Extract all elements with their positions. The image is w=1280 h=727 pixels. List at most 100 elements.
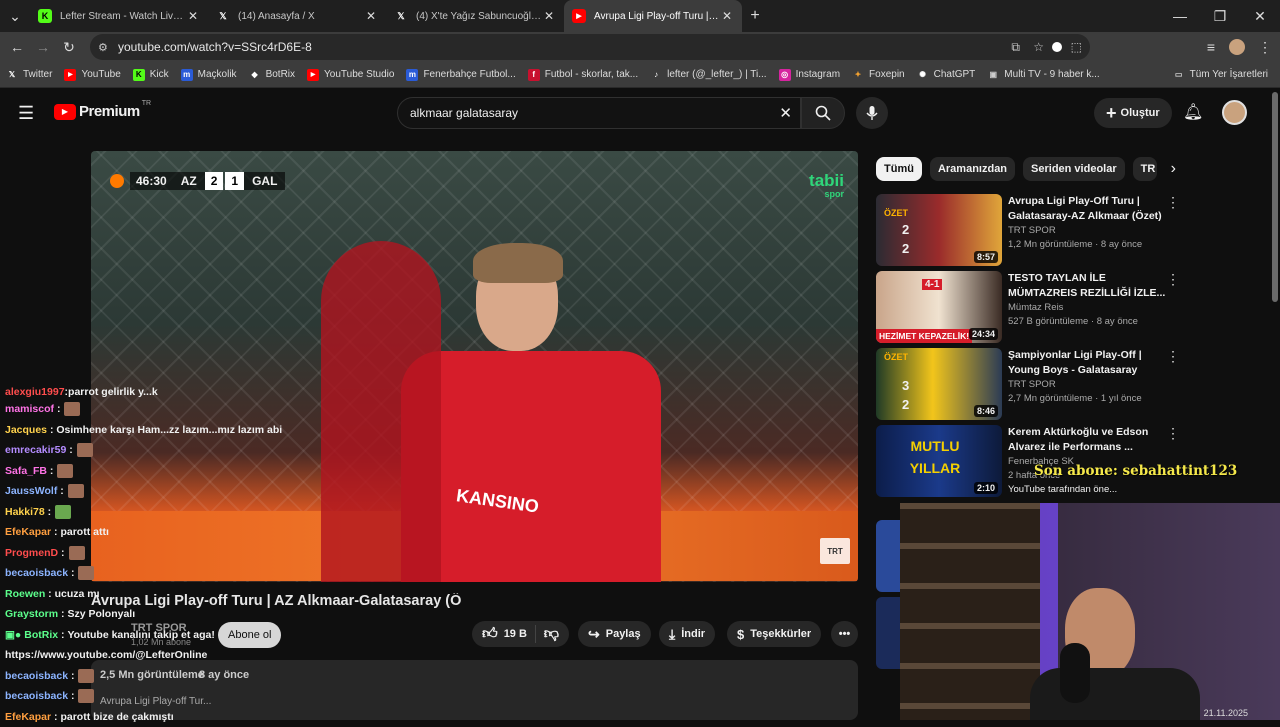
notifications-icon[interactable]: 🔔︎ (1183, 102, 1203, 122)
bookmark-mackolik[interactable]: mMaçkolik (181, 69, 237, 81)
close-icon[interactable]: ✕ (186, 9, 200, 23)
bookmark-fenerbahce[interactable]: mFenerbahçe Futbol... (406, 69, 515, 81)
video-thumbnail[interactable]: ÖZET 2 2 8:57 (876, 194, 1002, 266)
window-close-icon[interactable]: ✕ (1240, 8, 1280, 25)
competition-icon (110, 174, 124, 188)
new-tab-icon[interactable]: + (742, 7, 768, 25)
thumb-badge: ÖZET (884, 208, 908, 218)
chip-series[interactable]: Seriden videolar (1023, 157, 1125, 181)
extension-dot-icon[interactable] (1052, 42, 1062, 52)
dislike-button[interactable]: 👎︎ (535, 625, 559, 643)
bookmark-instagram[interactable]: ◎Instagram (779, 69, 840, 81)
profile-avatar[interactable] (1229, 39, 1245, 55)
minimize-icon[interactable]: — (1160, 8, 1200, 24)
recommendation-item[interactable]: MUTLU YILLAR 2:10 Kerem Aktürkoğlu ve Ed… (876, 425, 1176, 497)
close-icon[interactable]: ✕ (364, 9, 378, 23)
chip-trt[interactable]: TR (1133, 157, 1157, 181)
emote-icon (78, 689, 94, 703)
chat-text: ucuza mı (55, 584, 100, 605)
chat-message: mamiscof : (0, 399, 285, 420)
tab-youtube[interactable]: ▶ Avrupa Ligi Play-off Turu | AZ A... ✕ (564, 0, 742, 32)
chip-all[interactable]: Tümü (876, 157, 922, 181)
recommendation-item[interactable]: ÖZET 3 2 8:46 Şampiyonlar Ligi Play-Off … (876, 348, 1176, 420)
video-meta: 527 B görüntüleme · 8 ay önce (1008, 315, 1166, 329)
search-input[interactable]: alkmaar galatasaray ✕ (397, 97, 801, 129)
stream-date: 21.11.2025 (1204, 708, 1248, 718)
hamburger-menu-icon[interactable]: ☰ (18, 103, 34, 124)
video-thumbnail[interactable]: MUTLU YILLAR 2:10 (876, 425, 1002, 497)
bookmark-youtube[interactable]: ▶YouTube (64, 69, 120, 81)
forward-icon[interactable]: → (30, 39, 56, 55)
bookmark-flashscore[interactable]: fFutbol - skorlar, tak... (528, 69, 638, 81)
like-button[interactable]: 👍︎ 19 B 👎︎ (472, 621, 569, 647)
install-icon[interactable]: ⧉ (1011, 40, 1020, 55)
tab-title: (14) Anasayfa / X (238, 11, 364, 22)
search-button[interactable] (801, 97, 845, 129)
share-button[interactable]: ↪ Paylaş (578, 621, 651, 647)
media-controls-icon[interactable]: ≡ (1198, 39, 1224, 55)
chip-from-search[interactable]: Aramanızdan (930, 157, 1015, 181)
all-bookmarks-folder[interactable]: ▭Tüm Yer İşaretleri (1173, 69, 1268, 81)
video-duration: 24:34 (969, 328, 998, 340)
recommendation-item[interactable]: 4-1 HEZİMET KEPAZELİK! 24:34 TESTO TAYLA… (876, 271, 1176, 343)
close-icon[interactable]: ✕ (720, 9, 734, 23)
page-scrollbar[interactable] (1272, 92, 1278, 302)
thanks-button[interactable]: $ Teşekkürler (727, 621, 821, 647)
bookshelf (900, 503, 1040, 720)
tab-x-post[interactable]: 𝕏 (4) X'te Yağız Sabuncuoğlu: "Öz... ✕ (386, 0, 564, 32)
chat-user: Safa_FB (5, 461, 47, 482)
clear-search-icon[interactable]: ✕ (779, 104, 792, 122)
account-avatar[interactable] (1222, 100, 1247, 125)
video-thumbnail[interactable]: ÖZET 3 2 8:46 (876, 348, 1002, 420)
download-button[interactable]: ⤓ İndir (659, 621, 715, 647)
tab-search-icon[interactable]: ⌄ (0, 8, 30, 25)
recommendation-thumb-partial[interactable] (876, 520, 900, 592)
chat-text: parott bize de çakmıştı (60, 707, 173, 727)
chat-user: JaussWolf (5, 481, 57, 502)
chat-text: parott attı (60, 522, 108, 543)
video-thumbnail[interactable]: 4-1 HEZİMET KEPAZELİK! 24:34 (876, 271, 1002, 343)
bookmark-twitter[interactable]: 𝕏Twitter (6, 69, 52, 81)
more-vert-icon[interactable]: ⋮ (1166, 348, 1176, 420)
restore-icon[interactable]: ❐ (1200, 8, 1240, 25)
address-bar[interactable]: ⚙ youtube.com/watch?v=SSrc4rD6E-8 ⧉ ☆ ⬚ (90, 34, 1090, 60)
video-duration: 2:10 (974, 482, 998, 494)
channel-name[interactable]: TRT SPOR (1008, 378, 1166, 392)
bookmark-star-icon[interactable]: ☆ (1033, 40, 1044, 54)
more-vert-icon[interactable]: ⋮ (1166, 194, 1176, 266)
bookmark-botrix[interactable]: ◆BotRix (249, 69, 295, 81)
bookmark-kick[interactable]: KKick (133, 69, 169, 81)
related-filter-chips: Tümü Aramanızdan Seriden videolar TR › (876, 157, 1176, 181)
video-meta: 1,2 Mn görüntüleme · 8 ay önce (1008, 238, 1166, 252)
channel-name[interactable]: TRT SPOR (1008, 224, 1166, 238)
youtube-header: ☰ ▶ Premium TR alkmaar galatasaray ✕ + O… (0, 90, 1280, 136)
recommendation-item[interactable]: ÖZET 2 2 8:57 Avrupa Ligi Play-Off Turu … (876, 194, 1176, 266)
chevron-right-icon[interactable]: › (1171, 160, 1176, 178)
youtube-logo[interactable]: ▶ Premium TR (54, 103, 151, 120)
thumb-badge: MUTLU YILLAR (900, 435, 970, 479)
bookmark-tiktok[interactable]: ♪lefter (@_lefter_) | Ti... (650, 69, 766, 81)
reload-icon[interactable]: ↻ (56, 39, 82, 56)
url-text: youtube.com/watch?v=SSrc4rD6E-8 (118, 40, 312, 54)
more-vert-icon[interactable]: ⋮ (1166, 271, 1176, 343)
channel-name[interactable]: Mümtaz Reis (1008, 301, 1166, 315)
bookmark-multitv[interactable]: ▣Multi TV - 9 haber k... (987, 69, 1099, 81)
chat-user: BotRix (24, 625, 58, 646)
voice-search-button[interactable] (856, 97, 888, 129)
tab-title: (4) X'te Yağız Sabuncuoğlu: "Öz... (416, 11, 542, 22)
more-actions-button[interactable]: ••• (831, 621, 858, 647)
more-vert-icon[interactable]: ⋮ (1166, 425, 1176, 497)
create-button[interactable]: + Oluştur (1094, 98, 1172, 128)
tab-x-home[interactable]: 𝕏 (14) Anasayfa / X ✕ (208, 0, 386, 32)
site-info-icon[interactable]: ⚙ (98, 41, 108, 54)
chrome-menu-icon[interactable]: ⋮ (1252, 39, 1278, 56)
back-icon[interactable]: ← (4, 39, 30, 55)
bookmark-foxepin[interactable]: ✦Foxepin (852, 69, 905, 81)
thumb-score-1: 4-1 (922, 279, 942, 290)
recommendation-thumb-partial[interactable] (876, 597, 900, 669)
bookmark-chatgpt[interactable]: ✺ChatGPT (917, 69, 976, 81)
tab-kick[interactable]: K Lefter Stream - Watch Live on Kick ✕ (30, 0, 208, 32)
extensions-icon[interactable]: ⬚ (1071, 40, 1082, 54)
close-icon[interactable]: ✕ (542, 9, 556, 23)
bookmark-youtube-studio[interactable]: ▶YouTube Studio (307, 69, 394, 81)
